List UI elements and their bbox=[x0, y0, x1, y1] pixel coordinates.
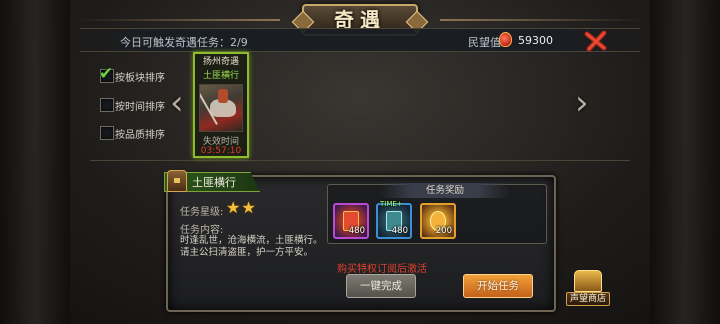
sort-by-time-checkbox[interactable] bbox=[100, 98, 114, 112]
chest-icon bbox=[167, 170, 187, 192]
star-rating-icon: ★★ bbox=[226, 198, 257, 217]
reward-qty: 200 bbox=[435, 226, 452, 236]
sort-by-time[interactable]: 按时间排序 bbox=[100, 97, 165, 113]
quest-card-region: 扬州奇遇 bbox=[202, 57, 239, 67]
treasure-chest-icon bbox=[574, 270, 602, 292]
reward-qty: 480 bbox=[391, 226, 408, 236]
quest-card-image bbox=[199, 84, 243, 132]
trigger-label: 今日可触发奇遇任务： bbox=[120, 36, 230, 49]
content-label: 任务内容: bbox=[180, 225, 224, 236]
reward-title: 任务奖励 bbox=[380, 183, 510, 198]
prev-arrow-icon[interactable]: ‹ bbox=[170, 86, 184, 120]
background-pillar-right bbox=[650, 0, 720, 324]
prestige-shop-button[interactable]: 声望商店 bbox=[566, 268, 610, 308]
title-decor-line-right bbox=[440, 19, 640, 21]
quest-card-expire-time: 03:57:10 bbox=[200, 146, 242, 156]
close-button[interactable] bbox=[584, 29, 608, 53]
next-arrow-icon[interactable]: › bbox=[575, 86, 589, 120]
subscribe-hint: 购买特权订阅后激活 bbox=[337, 264, 427, 275]
background-pillar-left bbox=[0, 0, 70, 324]
sort-by-quality[interactable]: 按品质排序 bbox=[100, 125, 165, 141]
quest-description: 时逢乱世，沧海横流，土匪横行。请主公扫清盗匪，护一方平安。 bbox=[180, 235, 323, 258]
prestige-icon bbox=[499, 32, 512, 47]
reward-item[interactable]: TIME+ 480 bbox=[376, 200, 412, 239]
prestige-value: 59300 bbox=[518, 34, 553, 47]
quest-detail-name: 土匪横行 bbox=[192, 176, 236, 189]
reward-item[interactable]: 480 bbox=[333, 203, 369, 239]
quick-complete-button[interactable]: 一键完成 bbox=[346, 274, 416, 298]
sort-by-section-label: 按板块排序 bbox=[115, 72, 165, 84]
star-label: 任务星级: bbox=[180, 207, 224, 218]
sort-by-section[interactable]: ✔ 按板块排序 bbox=[99, 64, 165, 84]
start-quest-button[interactable]: 开始任务 bbox=[463, 274, 533, 298]
rider-shape bbox=[218, 89, 228, 103]
trigger-count-text: 今日可触发奇遇任务：2/9 bbox=[120, 34, 248, 50]
trigger-count: 2/9 bbox=[230, 36, 248, 49]
prestige-shop-label: 声望商店 bbox=[566, 292, 610, 306]
sort-by-section-checkbox[interactable]: ✔ bbox=[99, 64, 114, 84]
sort-by-quality-label: 按品质排序 bbox=[115, 129, 165, 141]
checkmark-icon: ✔ bbox=[99, 64, 114, 84]
reward-item[interactable]: 200 bbox=[420, 203, 456, 239]
prestige-label: 民望值 bbox=[468, 36, 501, 49]
sort-by-time-label: 按时间排序 bbox=[115, 101, 165, 113]
reward-badge: TIME+ bbox=[380, 200, 403, 208]
close-icon bbox=[584, 30, 607, 52]
quest-card[interactable]: 扬州奇遇 土匪横行 失效时间 03:57:10 bbox=[193, 52, 249, 158]
sort-by-quality-checkbox[interactable] bbox=[100, 126, 114, 140]
title-decor-line-left bbox=[80, 19, 280, 21]
quest-card-name: 土匪横行 bbox=[202, 71, 239, 81]
reward-qty: 480 bbox=[348, 226, 365, 236]
